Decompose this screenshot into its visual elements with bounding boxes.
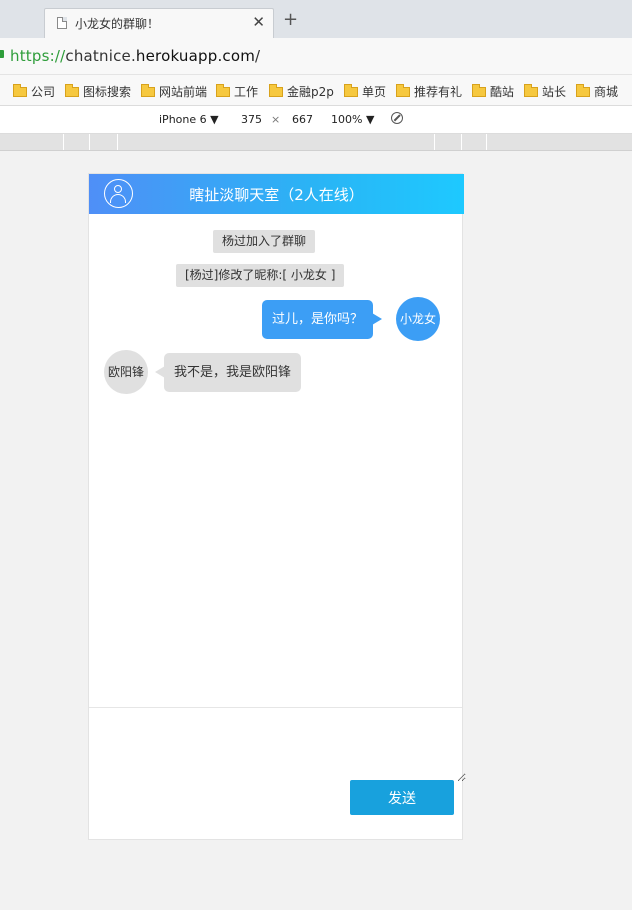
bookmark-item[interactable]: 金融p2p (269, 83, 334, 100)
folder-icon (269, 84, 283, 97)
folder-icon (141, 84, 155, 97)
other-message-bubble: 我不是，我是欧阳锋 (154, 353, 302, 392)
bookmark-item[interactable]: 酷站 (472, 83, 514, 100)
media-query-ruler (0, 134, 632, 151)
bookmark-item[interactable]: 单页 (344, 83, 386, 100)
tab-strip: 小龙女的群聊！ ✕ + (0, 0, 632, 38)
send-button[interactable]: 发送 (350, 780, 454, 815)
system-message: 杨过加入了群聊 (213, 230, 316, 253)
device-width-input[interactable]: 375 (241, 113, 262, 126)
system-message: [杨过]修改了昵称:[ 小龙女 ] (176, 264, 345, 287)
chat-header: 瞎扯淡聊天室（2人在线） (89, 174, 464, 214)
chat-app: 瞎扯淡聊天室（2人在线） 杨过加入了群聊 [杨过]修改了昵称:[ 小龙女 ] 过… (88, 173, 466, 840)
bookmark-item[interactable]: 公司 (13, 83, 55, 100)
url-subdomain: chatnice. (65, 47, 136, 65)
tab-close-icon[interactable]: ✕ (252, 13, 265, 31)
rotate-icon[interactable] (391, 112, 403, 124)
device-toolbar: iPhone 6 ▼ 375 × 667 100% ▼ (0, 106, 632, 134)
bookmarks-bar: 公司 图标搜索 网站前端 工作 金融p2p 单页 推荐有礼 酷站 站长 商城 (0, 75, 632, 106)
bookmark-item[interactable]: 图标搜索 (65, 83, 131, 100)
url-host: herokuapp.com (135, 47, 256, 65)
zoom-select[interactable]: 100% ▼ (331, 113, 374, 126)
url-text[interactable]: https://chatnice.herokuapp.com/ (10, 47, 260, 65)
browser-tab[interactable]: 小龙女的群聊！ ✕ (44, 8, 274, 38)
new-tab-icon[interactable]: + (283, 11, 298, 29)
secure-lock-icon (0, 50, 4, 58)
tab-title: 小龙女的群聊！ (75, 17, 160, 31)
bookmark-item[interactable]: 推荐有礼 (396, 83, 462, 100)
folder-icon (472, 84, 486, 97)
bookmark-item[interactable]: 站长 (524, 83, 566, 100)
bookmark-item[interactable]: 商城 (576, 83, 618, 100)
message-input[interactable] (89, 708, 466, 782)
folder-icon (344, 84, 358, 97)
bookmark-item[interactable]: 工作 (216, 83, 258, 100)
folder-icon (576, 84, 590, 97)
self-message-bubble: 过儿，是你吗？ (262, 300, 383, 339)
page-icon (57, 17, 67, 29)
self-avatar: 小龙女 (396, 297, 440, 341)
folder-icon (524, 84, 538, 97)
folder-icon (13, 84, 27, 97)
url-path: / (255, 47, 261, 65)
device-select[interactable]: iPhone 6 ▼ (159, 113, 219, 126)
address-bar[interactable]: https://chatnice.herokuapp.com/ (0, 38, 632, 75)
folder-icon (65, 84, 79, 97)
bookmark-item[interactable]: 网站前端 (141, 83, 207, 100)
device-height-input[interactable]: 667 (292, 113, 313, 126)
url-protocol: https:// (10, 47, 66, 65)
room-title: 瞎扯淡聊天室（2人在线） (189, 186, 364, 204)
other-avatar: 欧阳锋 (104, 350, 148, 394)
folder-icon (396, 84, 410, 97)
dimension-times: × (271, 113, 281, 126)
folder-icon (216, 84, 230, 97)
